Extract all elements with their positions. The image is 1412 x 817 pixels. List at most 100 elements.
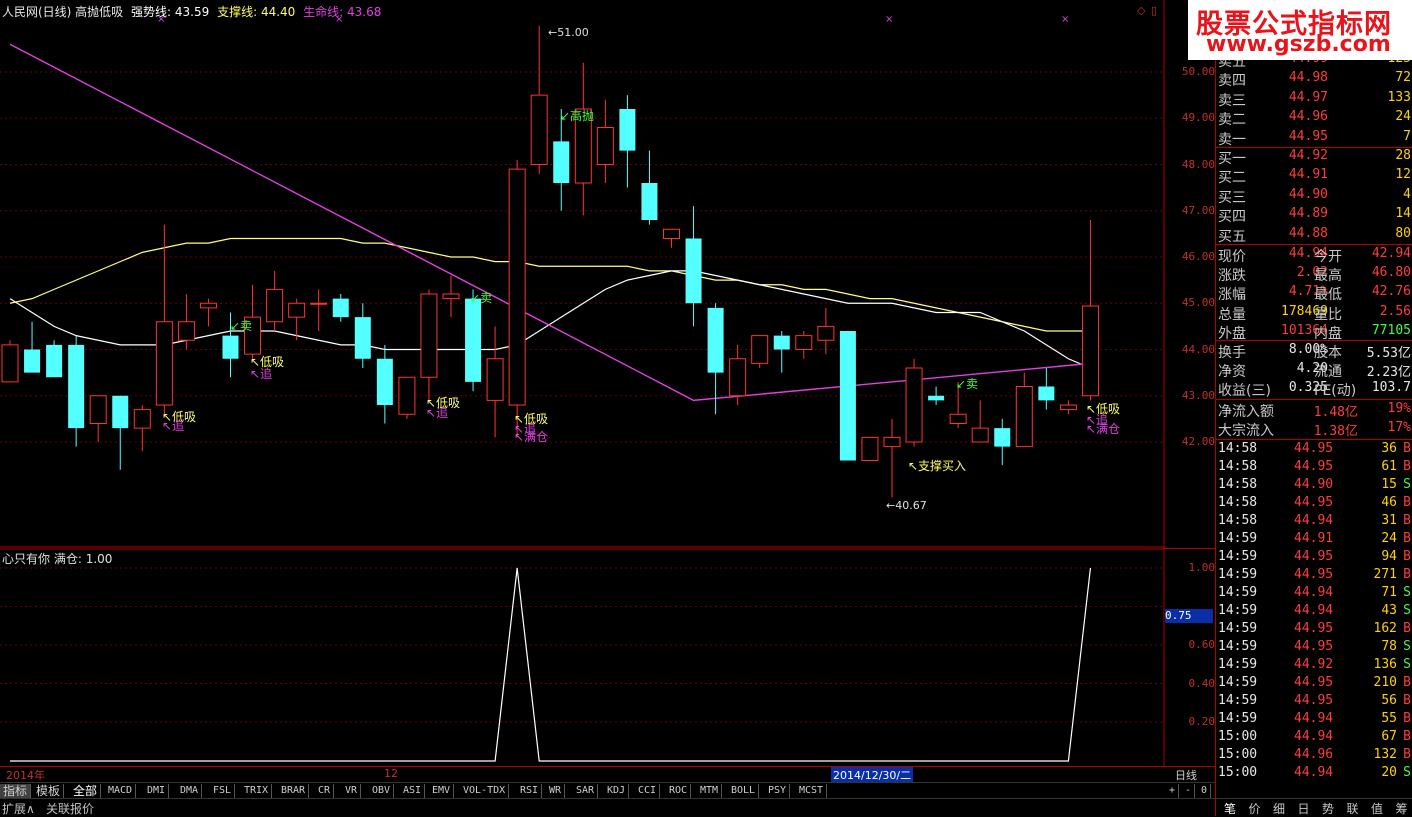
order-price: 44.95 (1288, 128, 1328, 144)
full-position-label: ↖满仓 (1086, 422, 1120, 436)
indicator-tab-emv[interactable]: EMV (429, 784, 455, 798)
tick-row: 14:59 44.91 24 B (1216, 531, 1412, 549)
quote-stat-label: 最低 (1314, 287, 1342, 304)
tab-control-1[interactable]: - (1182, 784, 1196, 798)
tick-time: 14:59 (1218, 657, 1258, 672)
order-price: 44.88 (1288, 225, 1328, 241)
tick-time: 14:58 (1218, 513, 1258, 528)
indicator-subchart[interactable] (0, 548, 1165, 766)
logo-line2: www.gszb.com (1206, 32, 1391, 57)
indicator-tab-wr[interactable]: WR (546, 784, 566, 798)
quote-tab-0[interactable]: 笔 (1224, 800, 1236, 817)
indicator-tab-vol-tdx[interactable]: VOL-TDX (460, 784, 510, 798)
candle-body-down (332, 298, 349, 318)
order-level: 卖四 (1218, 73, 1246, 90)
bid-row[interactable]: 买四 44.89 14 (1216, 206, 1412, 225)
indicator-tab-mcst[interactable]: MCST (796, 784, 828, 798)
indicator-tab-brar[interactable]: BRAR (278, 784, 310, 798)
tick-side: B (1403, 675, 1411, 690)
tick-price: 44.95 (1294, 693, 1334, 708)
ask-row[interactable]: 卖二 44.96 24 (1216, 109, 1412, 128)
quote-stat-label: 最高 (1314, 268, 1342, 285)
bid-row[interactable]: 买三 44.90 4 (1216, 187, 1412, 206)
indicator-tab-sar[interactable]: SAR (573, 784, 599, 798)
tick-row: 14:59 44.95 94 B (1216, 549, 1412, 567)
legend-support-value: 44.40 (260, 5, 296, 19)
indicator-tab-全部[interactable]: 全部 (70, 784, 102, 798)
tick-row: 14:58 44.95 61 B (1216, 459, 1412, 477)
tick-time: 14:58 (1218, 441, 1258, 456)
legend-support-label: 支撑线: (217, 5, 258, 19)
candle-body-up (310, 302, 328, 305)
order-book-divider (1216, 244, 1412, 245)
quote-tab-7[interactable]: 筹 (1396, 800, 1408, 817)
quote-tab-3[interactable]: 日 (1298, 800, 1310, 817)
quote-tab-2[interactable]: 细 (1273, 800, 1285, 817)
quote-tab-6[interactable]: 值 (1371, 800, 1383, 817)
quote-stat-label: 总量 (1218, 306, 1246, 323)
indicator-tab-vr[interactable]: VR (342, 784, 362, 798)
ask-row[interactable]: 卖四 44.98 72 (1216, 70, 1412, 89)
finance-stat-label: 收益(三) (1218, 383, 1271, 400)
tick-row: 14:58 44.94 31 B (1216, 513, 1412, 531)
tick-price: 44.95 (1294, 549, 1334, 564)
indicator-tab-mtm[interactable]: MTM (697, 784, 723, 798)
tick-row: 14:59 44.94 71 S (1216, 585, 1412, 603)
candle-body-down (928, 395, 945, 401)
candle-body-down (354, 317, 371, 359)
order-level: 买三 (1218, 189, 1246, 206)
tick-price: 44.94 (1294, 765, 1334, 780)
tick-volume: 24 (1381, 531, 1397, 546)
quote-tab-5[interactable]: 联 (1347, 800, 1359, 817)
indicator-tab-指标[interactable]: 指标 (0, 784, 32, 798)
indicator-tab-rsi[interactable]: RSI (517, 784, 543, 798)
period-label[interactable]: 日线 (1175, 767, 1197, 783)
indicator-tab-cr[interactable]: CR (315, 784, 335, 798)
bid-row[interactable]: 买二 44.91 12 (1216, 167, 1412, 186)
order-volume: 28 (1395, 148, 1411, 163)
linked-quote-button[interactable]: 关联报价 (46, 800, 94, 817)
tab-control-2[interactable]: 0 (1198, 784, 1212, 798)
main-kline-chart[interactable]: ←51.00←40.67↙高抛↖低吸↖低吸↖低吸↖低吸↖低吸↖追↖追↖追↖追↖追… (0, 0, 1165, 548)
finance-stat-row: 收益(三) 0.325 PE(动) 103.7 (1216, 380, 1412, 399)
bid-row[interactable]: 买五 44.88 80 (1216, 226, 1412, 245)
quote-tab-1[interactable]: 价 (1249, 800, 1261, 817)
candle-body-up (1015, 386, 1033, 448)
sell-label: ↙卖 (956, 377, 978, 391)
ask-row[interactable]: 卖三 44.97 133 (1216, 90, 1412, 109)
watermark-logo: 股票公式指标网 www.gszb.com (1188, 0, 1412, 60)
price-tick: 46.00 (1181, 250, 1215, 263)
indicator-tab-模板[interactable]: 模板 (33, 784, 65, 798)
indicator-tab-roc[interactable]: ROC (666, 784, 692, 798)
indicator-tab-kdj[interactable]: KDJ (604, 784, 630, 798)
indicator-tab-obv[interactable]: OBV (369, 784, 395, 798)
indicator-tab-dma[interactable]: DMA (177, 784, 203, 798)
candle-body-down (68, 344, 85, 429)
bid-row[interactable]: 买一 44.92 28 (1216, 148, 1412, 167)
tick-time: 14:58 (1218, 459, 1258, 474)
top-marker: × (885, 14, 893, 25)
sub-tick: 0.20 (1188, 715, 1216, 728)
indicator-tab-trix[interactable]: TRIX (241, 784, 273, 798)
tick-row: 14:59 44.95 210 B (1216, 675, 1412, 693)
tick-side: B (1403, 567, 1411, 582)
indicator-tab-boll[interactable]: BOLL (728, 784, 760, 798)
quote-tab-4[interactable]: 势 (1322, 800, 1334, 817)
ask-row[interactable]: 卖一 44.95 7 (1216, 129, 1412, 148)
indicator-tab-psy[interactable]: PSY (765, 784, 791, 798)
indicator-tab-macd[interactable]: MACD (105, 784, 137, 798)
candle-body-down (994, 428, 1011, 447)
tick-price: 44.94 (1294, 585, 1334, 600)
indicator-tab-dmi[interactable]: DMI (144, 784, 170, 798)
bottom-bar: 扩展∧ 关联报价 (0, 798, 1215, 817)
sub-legend-item-value: 1.00 (85, 552, 113, 566)
tick-side: S (1403, 477, 1411, 492)
indicator-tab-fsl[interactable]: FSL (210, 784, 236, 798)
indicator-tab-cci[interactable]: CCI (635, 784, 661, 798)
expand-button[interactable]: 扩展∧ (2, 800, 35, 817)
tab-control-0[interactable]: + (1166, 784, 1180, 798)
tick-row: 14:59 44.94 43 S (1216, 603, 1412, 621)
indicator-tab-asi[interactable]: ASI (400, 784, 426, 798)
candle-body-down (46, 344, 63, 378)
tick-row: 15:00 44.96 132 B (1216, 747, 1412, 765)
